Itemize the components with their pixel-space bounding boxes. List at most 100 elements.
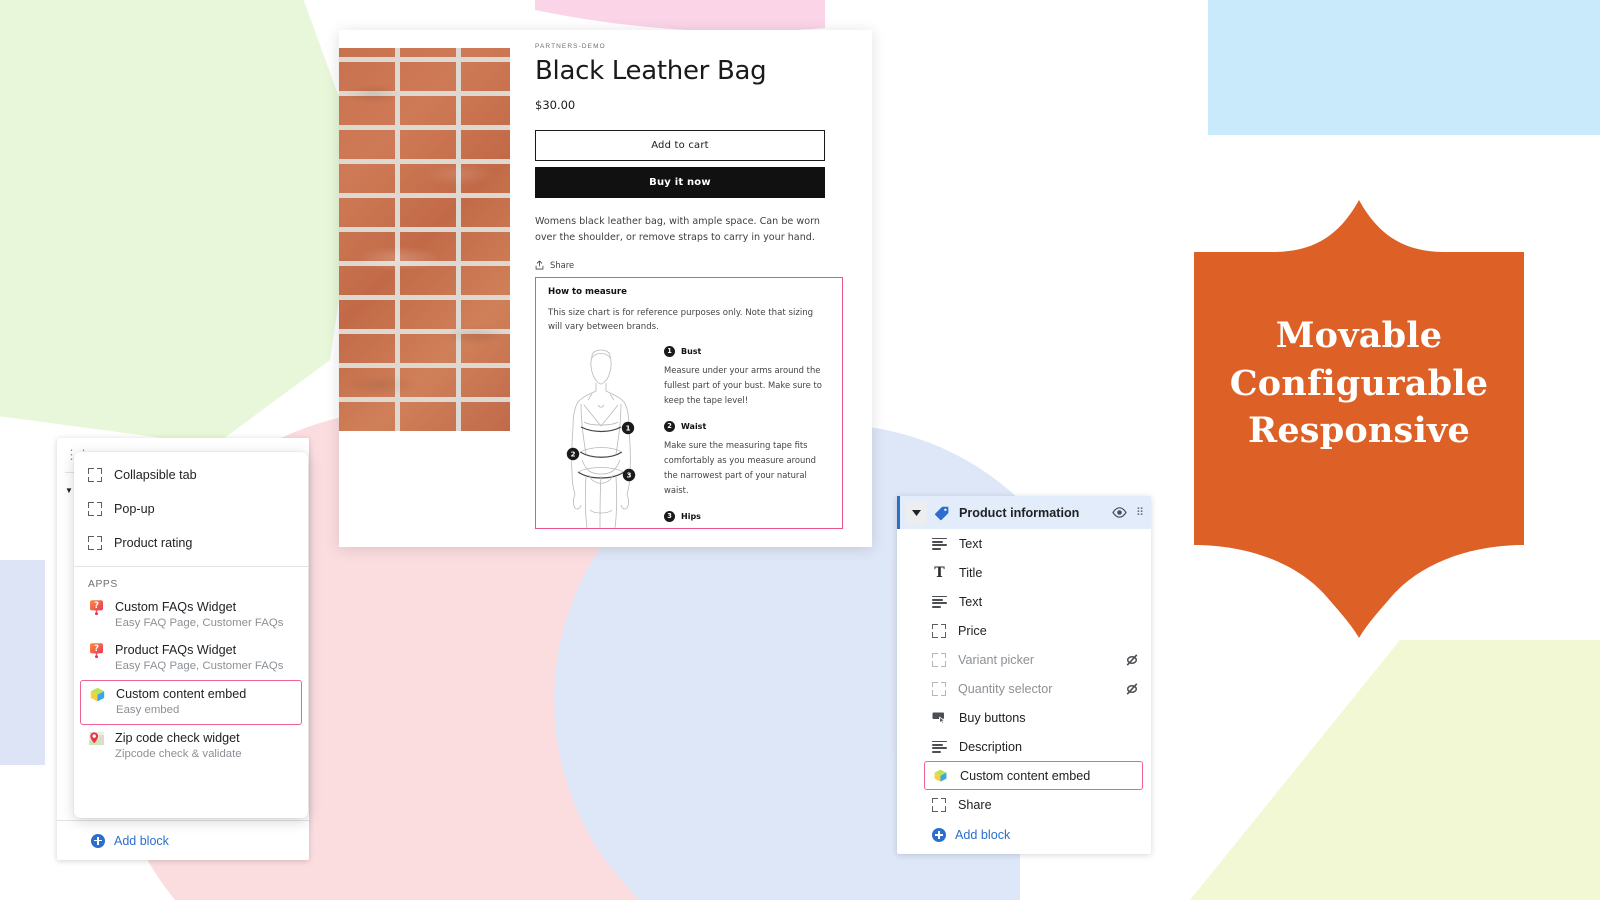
custom-content-embed-block[interactable]: How to measure This size chart is for re… [535, 276, 843, 529]
block-row-label: Description [959, 739, 1022, 754]
plus-circle-icon [932, 828, 946, 842]
chevron-down-icon: ▼ [65, 485, 73, 495]
size-chart-heading: How to measure [548, 286, 627, 297]
editor-add-block-button[interactable]: Add block [57, 820, 309, 860]
picker-item-label: Product rating [114, 536, 193, 550]
block-row-buy-buttons[interactable]: Buy buttons [897, 703, 1151, 732]
apps-section-label: APPS [88, 579, 118, 590]
cube-icon [934, 769, 947, 782]
blocks-panel-title: Product information [959, 505, 1080, 520]
block-row-label: Buy buttons [959, 710, 1026, 725]
measurement-title: Bust [681, 346, 702, 356]
svg-text:?: ? [94, 643, 99, 653]
measurement-body: Make sure the measuring tape fits comfor… [664, 439, 816, 495]
drag-handle-icon[interactable]: ⠿ [1136, 506, 1144, 519]
measurement-title: Waist [681, 421, 707, 431]
picker-app-custom-content-embed[interactable]: Custom content embed Easy embed [80, 679, 302, 725]
block-row-label: Text [959, 594, 983, 609]
svg-text:?: ? [94, 600, 99, 610]
block-row-label: Variant picker [958, 652, 1035, 667]
bracket-icon [932, 797, 946, 812]
block-row-label: Share [958, 797, 992, 812]
shield-badge-text: Movable Configurable Responsive [1186, 312, 1532, 455]
chevron-down-icon [911, 509, 921, 516]
divider [74, 566, 308, 567]
hidden-eye-icon[interactable] [1125, 682, 1139, 696]
product-details: PARTNERS-DEMO Black Leather Bag $30.00 A… [510, 30, 872, 547]
picker-item-product-rating[interactable]: Product rating [74, 526, 308, 560]
block-row-custom-content-embed[interactable]: Custom content embed [924, 761, 1143, 790]
block-picker-popup[interactable]: Collapsible tab Pop-up Product rating AP… [74, 452, 308, 818]
hidden-eye-icon[interactable] [1125, 653, 1139, 667]
block-row-quantity-selector[interactable]: Quantity selector [897, 674, 1151, 703]
measurement-item: 2 Waist Make sure the measuring tape fit… [664, 420, 830, 498]
blocks-panel-add-block-label: Add block [955, 828, 1011, 842]
measurement-number: 1 [664, 345, 675, 357]
faq-badge-icon: ? [90, 600, 103, 616]
picker-app-product-faqs-widget[interactable]: ? Product FAQs Widget Easy FAQ Page, Cus… [74, 637, 308, 680]
picker-app-subtitle: Easy embed [116, 703, 180, 716]
block-row-label: Text [959, 536, 983, 551]
product-vendor: PARTNERS-DEMO [535, 43, 606, 50]
size-chart-intro: This size chart is for reference purpose… [548, 307, 814, 333]
shield-line-3: Responsive [1248, 410, 1470, 452]
picker-item-pop-up[interactable]: Pop-up [74, 492, 308, 526]
picker-app-name: Zip code check widget [115, 730, 240, 745]
block-row-variant-picker[interactable]: Variant picker [897, 645, 1151, 674]
picker-app-zip-code-check-widget[interactable]: Zip code check widget Zipcode check & va… [74, 725, 308, 768]
block-row-text-1[interactable]: Text [897, 529, 1151, 558]
product-price: $30.00 [535, 98, 576, 112]
bracket-icon [88, 536, 102, 550]
product-title: Black Leather Bag [535, 56, 767, 86]
eye-icon[interactable] [1112, 507, 1127, 518]
product-preview-card: PARTNERS-DEMO Black Leather Bag $30.00 A… [339, 30, 872, 547]
block-row-share[interactable]: Share [897, 790, 1151, 819]
bracket-icon [932, 652, 946, 667]
measurement-number: 2 [664, 420, 675, 432]
blocks-panel-header[interactable]: Product information ⠿ [897, 496, 1151, 529]
text-lines-icon [932, 595, 947, 608]
bg-shape-blue-topright [1208, 0, 1600, 135]
picker-app-subtitle: Zipcode check & validate [115, 747, 242, 760]
bracket-icon [932, 623, 946, 638]
block-row-price[interactable]: Price [897, 616, 1151, 645]
share-icon [535, 260, 544, 270]
text-lines-icon [932, 740, 947, 753]
blocks-panel-add-block-button[interactable]: Add block [897, 819, 1151, 851]
block-row-label: Custom content embed [960, 768, 1091, 783]
plus-circle-icon [91, 833, 105, 848]
tag-icon [935, 506, 949, 520]
picker-app-name: Product FAQs Widget [115, 642, 237, 657]
measurement-title: Hips [681, 511, 701, 521]
block-row-text-2[interactable]: Text [897, 587, 1151, 616]
collapse-toggle[interactable] [905, 500, 927, 525]
svg-text:3: 3 [627, 471, 632, 479]
bg-shape-periwinkle-left [0, 560, 45, 765]
bracket-icon [88, 502, 102, 516]
block-row-title[interactable]: T Title [897, 558, 1151, 587]
title-T-icon: T [934, 564, 945, 581]
buy-it-now-button[interactable]: Buy it now [535, 167, 825, 198]
buy-button-icon [932, 712, 946, 724]
picker-item-collapsible-tab[interactable]: Collapsible tab [74, 458, 308, 492]
picker-item-label: Collapsible tab [114, 468, 197, 482]
svg-text:2: 2 [571, 450, 576, 458]
add-to-cart-button[interactable]: Add to cart [535, 130, 825, 161]
measurement-item: 3 Hips [664, 510, 830, 522]
svg-text:1: 1 [626, 424, 631, 432]
product-image [339, 48, 510, 431]
product-information-blocks-panel: Product information ⠿ Text T Title Text … [897, 496, 1151, 854]
product-description: Womens black leather bag, with ample spa… [535, 216, 820, 243]
picker-app-custom-faqs-widget[interactable]: ? Custom FAQs Widget Easy FAQ Page, Cust… [74, 594, 308, 637]
body-diagram: 1 2 3 [548, 342, 654, 528]
shield-line-2: Configurable [1229, 362, 1489, 404]
picker-app-name: Custom FAQs Widget [115, 600, 237, 614]
faq-badge-icon: ? [90, 643, 103, 659]
measurement-item: 1 Bust Measure under your arms around th… [664, 345, 830, 408]
share-button[interactable]: Share [535, 260, 825, 270]
shield-badge: Movable Configurable Responsive [1186, 190, 1532, 645]
bracket-icon [932, 681, 946, 696]
block-row-label: Quantity selector [958, 681, 1053, 696]
block-row-description[interactable]: Description [897, 732, 1151, 761]
bg-shape-pink-top [535, 0, 825, 32]
